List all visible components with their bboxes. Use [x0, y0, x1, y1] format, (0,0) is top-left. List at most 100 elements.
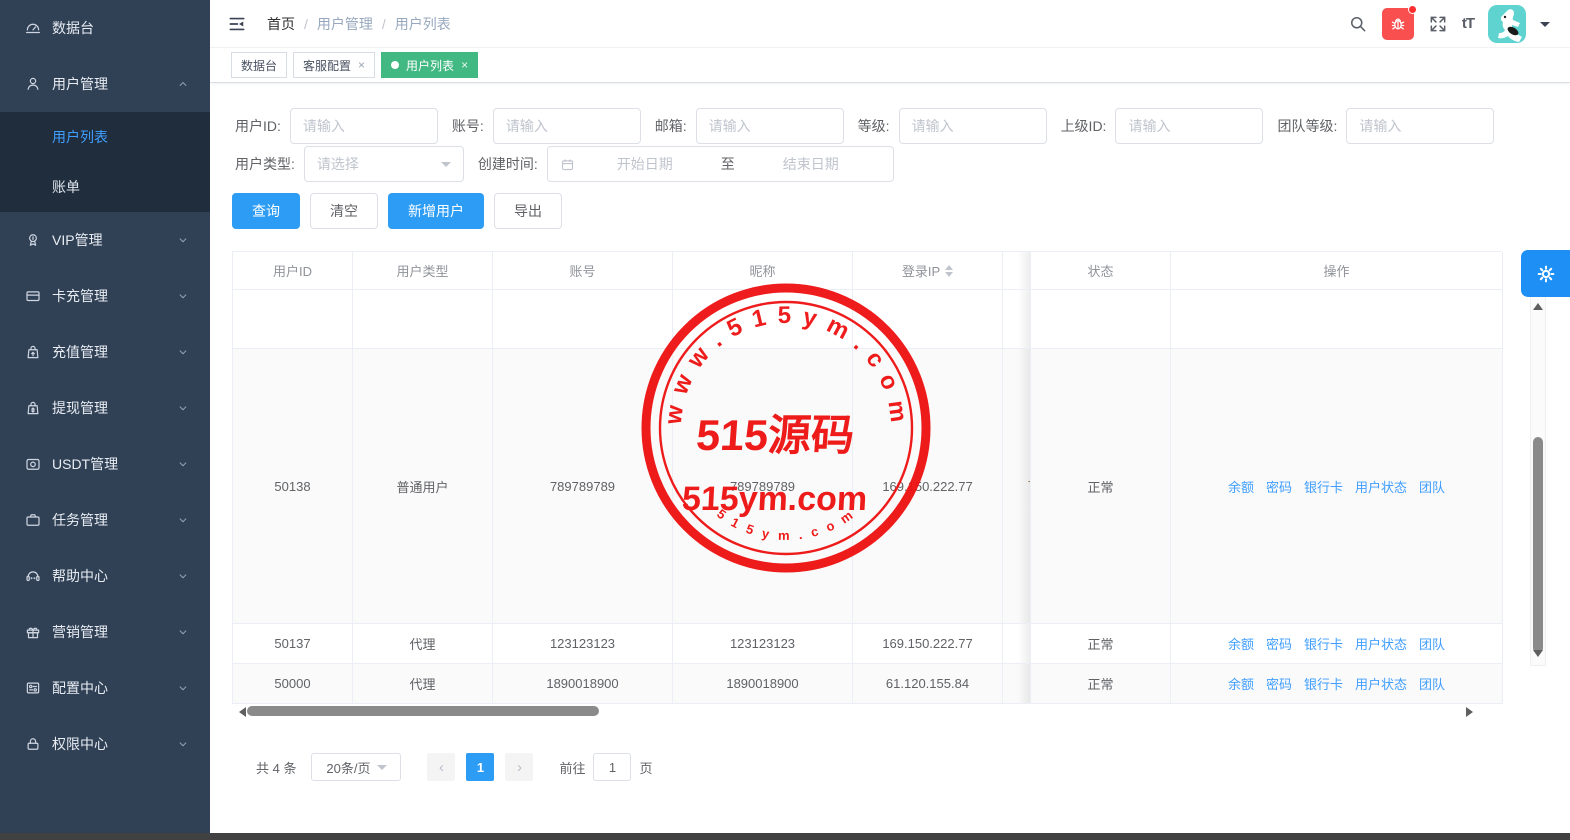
pagination: 共 4 条 20条/页 ‹ 1 › 前往 页 [256, 753, 653, 781]
search-icon[interactable] [1348, 14, 1368, 34]
help-icon [24, 567, 42, 585]
end-date-placeholder[interactable]: 结束日期 [741, 154, 881, 174]
close-icon[interactable]: × [461, 58, 468, 72]
password-link[interactable]: 密码 [1266, 634, 1292, 653]
sidebar-item-label: 权限中心 [52, 734, 176, 754]
bug-report-button[interactable] [1382, 8, 1414, 40]
cell-account: 123123123 [493, 624, 673, 664]
password-link[interactable]: 密码 [1266, 477, 1292, 496]
export-button[interactable]: 导出 [494, 193, 562, 229]
tab-dashboard[interactable]: 数据台 [231, 52, 287, 78]
page-size-value: 20条/页 [326, 758, 370, 777]
chevron-up-icon [176, 77, 190, 91]
sort-asc-icon[interactable] [945, 261, 953, 270]
goto-page-input[interactable] [593, 753, 631, 781]
bank-card-link[interactable]: 银行卡 [1304, 634, 1343, 653]
cell-actions: 余额密码银行卡用户状态团队 [1171, 624, 1503, 664]
user-status-link[interactable]: 用户状态 [1355, 477, 1407, 496]
chevron-down-icon [176, 569, 190, 583]
scroll-left-icon[interactable] [234, 707, 246, 717]
horizontal-scroll-thumb[interactable] [247, 706, 599, 716]
tab-label: 客服配置 [303, 57, 351, 74]
start-date-placeholder[interactable]: 开始日期 [575, 154, 715, 174]
close-icon[interactable]: × [358, 58, 365, 72]
create-time-range-picker[interactable]: 开始日期 至 结束日期 [547, 146, 894, 182]
sidebar-item-marketing[interactable]: 营销管理 [0, 604, 210, 660]
sidebar-collapse-icon[interactable] [227, 14, 247, 34]
balance-link[interactable]: 余额 [1228, 634, 1254, 653]
hidden-column-strip [1003, 664, 1031, 704]
sidebar-item-card-recharge[interactable]: 卡充管理 [0, 268, 210, 324]
parent-id-input[interactable] [1115, 108, 1263, 144]
vertical-scrollbar[interactable] [1530, 294, 1546, 666]
sidebar-item-withdraw[interactable]: 提现管理 [0, 380, 210, 436]
col-status: 状态 [1031, 252, 1171, 290]
clear-button[interactable]: 清空 [310, 193, 378, 229]
horizontal-scrollbar[interactable] [232, 705, 1524, 718]
sidebar-item-usdt[interactable]: USDT管理 [0, 436, 210, 492]
col-login-ip-label: 登录IP [902, 261, 940, 280]
tab-service-config[interactable]: 客服配置 × [293, 52, 375, 78]
balance-link[interactable]: 余额 [1228, 674, 1254, 693]
scroll-up-icon[interactable] [1533, 298, 1543, 310]
avatar-dropdown-caret-icon[interactable] [1540, 22, 1550, 32]
account-input[interactable] [493, 108, 641, 144]
sidebar-item-task[interactable]: 任务管理 [0, 492, 210, 548]
user-status-link[interactable]: 用户状态 [1355, 674, 1407, 693]
fullscreen-icon[interactable] [1428, 14, 1448, 34]
user-type-label: 用户类型: [235, 154, 295, 174]
sidebar-item-label: VIP管理 [52, 230, 176, 250]
breadcrumb-home[interactable]: 首页 [267, 14, 295, 34]
total-count: 共 4 条 [256, 758, 296, 777]
email-input[interactable] [696, 108, 844, 144]
next-page-button[interactable]: › [505, 753, 533, 781]
sidebar-item-user-list[interactable]: 用户列表 [0, 112, 210, 162]
team-link[interactable]: 团队 [1419, 477, 1445, 496]
config-icon [24, 679, 42, 697]
sidebar-item-help[interactable]: 帮助中心 [0, 548, 210, 604]
cell-actions: 余额密码银行卡用户状态团队 [1171, 664, 1503, 704]
chevron-down-icon [176, 457, 190, 471]
font-size-icon[interactable]: tT [1462, 15, 1474, 32]
user-id-input[interactable] [290, 108, 438, 144]
scroll-right-icon[interactable] [1466, 707, 1478, 717]
hidden-column-strip [1003, 290, 1031, 349]
cell-actions: 余额密码银行卡用户状态团队 [1171, 349, 1503, 624]
hidden-column-strip: 7 [1003, 349, 1031, 624]
password-link[interactable]: 密码 [1266, 674, 1292, 693]
sort-icons[interactable] [945, 261, 953, 281]
page-1-button[interactable]: 1 [466, 753, 494, 781]
add-user-button[interactable]: 新增用户 [388, 193, 484, 229]
sidebar-item-permission[interactable]: 权限中心 [0, 716, 210, 772]
user-type-select[interactable]: 请选择 [304, 146, 464, 182]
team-link[interactable]: 团队 [1419, 674, 1445, 693]
bank-card-link[interactable]: 银行卡 [1304, 477, 1343, 496]
sidebar-item-user-mgmt[interactable]: 用户管理 [0, 56, 210, 112]
page-horizontal-scrollbar[interactable] [0, 833, 1570, 840]
user-status-link[interactable]: 用户状态 [1355, 634, 1407, 653]
sidebar-item-config[interactable]: 配置中心 [0, 660, 210, 716]
vertical-scroll-thumb[interactable] [1533, 437, 1543, 653]
sort-desc-icon[interactable] [945, 272, 953, 281]
level-input[interactable] [899, 108, 1047, 144]
sidebar-item-bills[interactable]: 账单 [0, 162, 210, 212]
scroll-down-icon[interactable] [1533, 650, 1543, 662]
sidebar-item-recharge[interactable]: 充值管理 [0, 324, 210, 380]
tab-user-list[interactable]: 用户列表× [381, 52, 478, 78]
bank-card-link[interactable]: 银行卡 [1304, 674, 1343, 693]
search-button[interactable]: 查询 [232, 193, 300, 229]
page-size-select[interactable]: 20条/页 [311, 753, 401, 781]
team-level-input[interactable] [1346, 108, 1494, 144]
balance-link[interactable]: 余额 [1228, 477, 1254, 496]
team-link[interactable]: 团队 [1419, 634, 1445, 653]
prev-page-button[interactable]: ‹ [427, 753, 455, 781]
column-settings-button[interactable] [1521, 250, 1570, 297]
sidebar-item-dashboard[interactable]: 数据台 [0, 0, 210, 56]
sidebar-item-label: 营销管理 [52, 622, 176, 642]
sidebar-item-vip[interactable]: VIP管理 [0, 212, 210, 268]
sidebar-item-label: 任务管理 [52, 510, 176, 530]
avatar[interactable] [1488, 5, 1526, 43]
col-login-ip[interactable]: 登录IP [853, 252, 1003, 290]
cell-nickname: 1890018900 [673, 664, 853, 704]
sidebar-item-label: 帮助中心 [52, 566, 176, 586]
